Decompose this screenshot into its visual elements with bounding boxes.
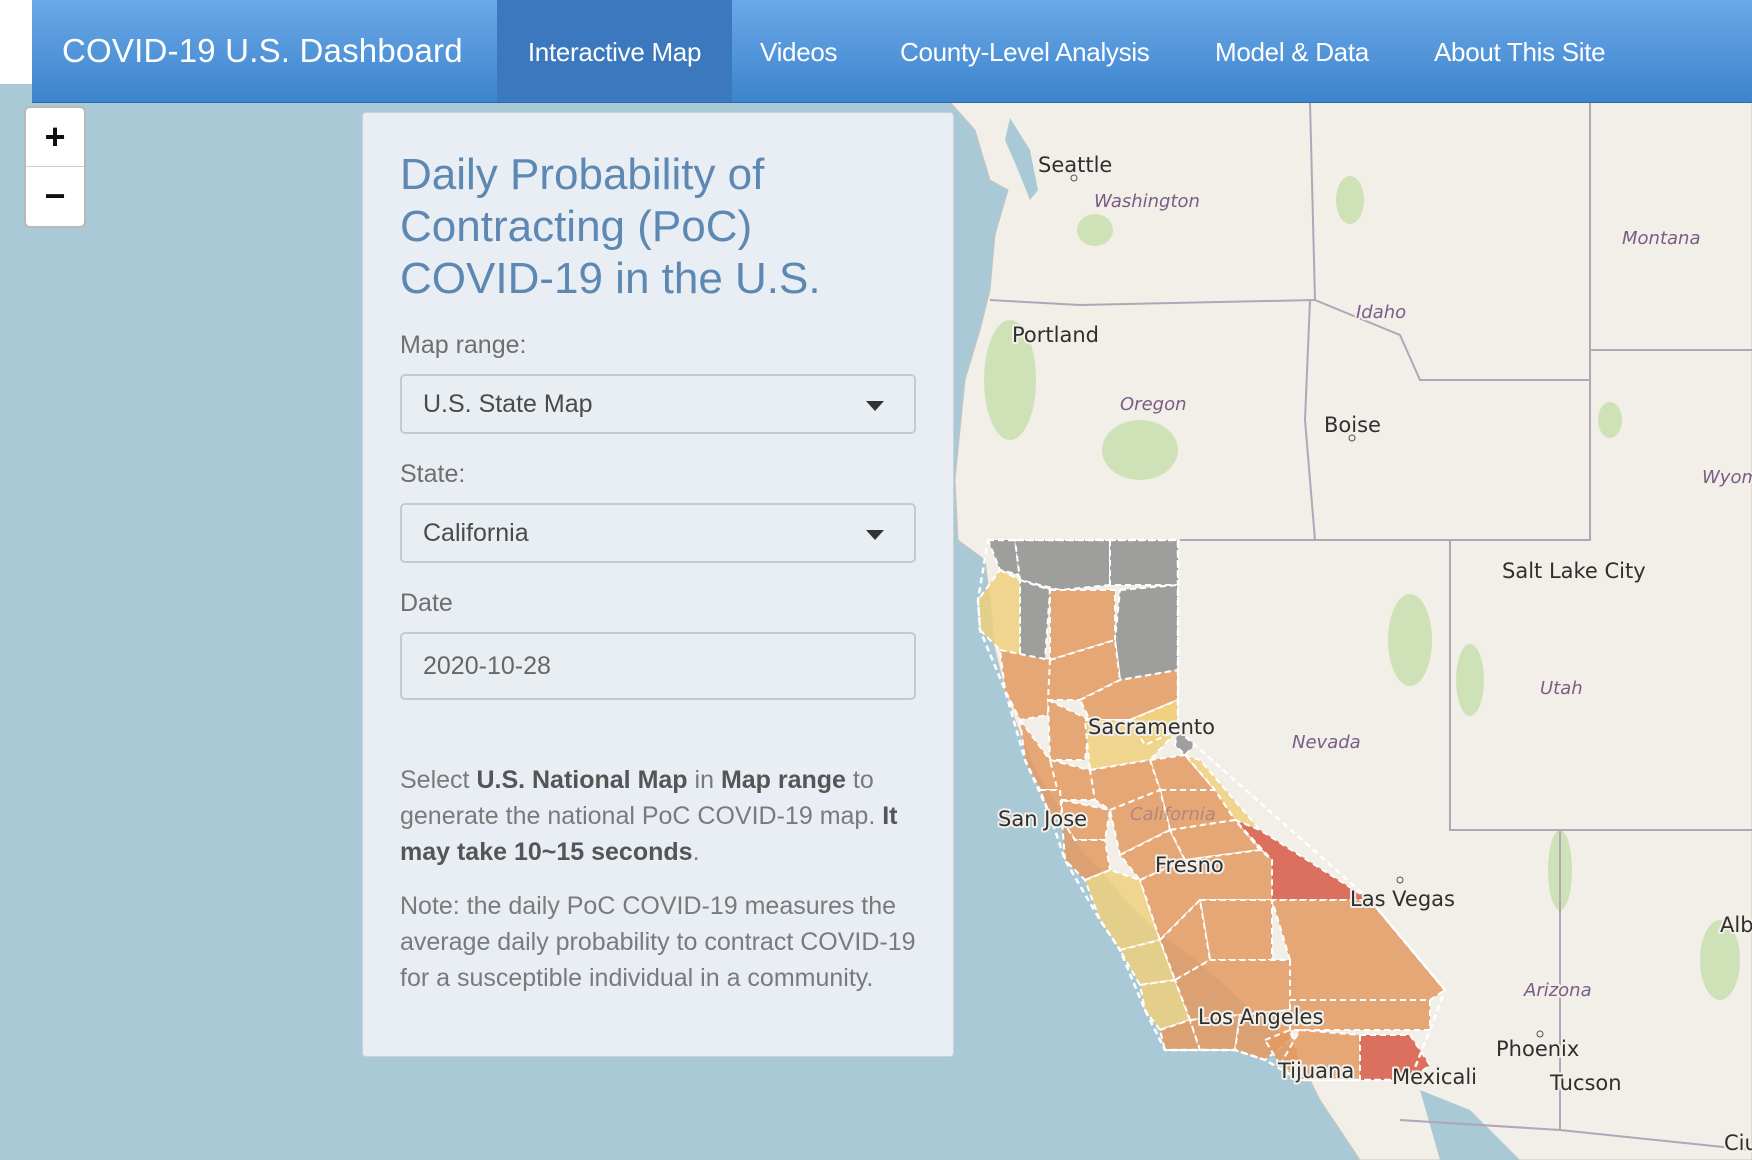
- nav-county-level-analysis[interactable]: County-Level Analysis: [900, 0, 1150, 102]
- state-label: Washington: [1094, 191, 1200, 212]
- city-label: San Jose: [998, 807, 1087, 831]
- control-panel: Daily Probability of Contracting (PoC) C…: [362, 112, 954, 1057]
- date-input[interactable]: 2020-10-28: [400, 632, 916, 700]
- state-label: Idaho: [1356, 302, 1406, 323]
- window-corner: [0, 0, 32, 84]
- county-trinity[interactable]: [1019, 578, 1052, 662]
- state-label: Montana: [1622, 228, 1700, 249]
- city-label: Seattle: [1038, 153, 1112, 177]
- brand-title[interactable]: COVID-19 U.S. Dashboard: [62, 0, 463, 102]
- map-range-value: U.S. State Map: [423, 390, 593, 418]
- nav-model-data[interactable]: Model & Data: [1215, 0, 1369, 102]
- city-label: Tucson: [1549, 1071, 1622, 1095]
- date-value: 2020-10-28: [423, 652, 551, 680]
- county-siskiyou[interactable]: [1013, 539, 1111, 592]
- state-label: California: [1130, 804, 1216, 825]
- zoom-out-button[interactable]: −: [26, 166, 84, 225]
- city-label: Alb: [1720, 913, 1752, 937]
- state-value: California: [423, 519, 529, 547]
- state-label: Utah: [1540, 678, 1583, 699]
- state-label: Wyom: [1702, 467, 1752, 488]
- panel-title: Daily Probability of Contracting (PoC) C…: [400, 150, 821, 303]
- city-label: Las Vegas: [1350, 887, 1455, 911]
- state-label: Nevada: [1292, 732, 1361, 753]
- nav-interactive-map[interactable]: Interactive Map: [497, 0, 732, 102]
- state-label: State:: [400, 460, 466, 488]
- state-label: Arizona: [1523, 980, 1592, 1001]
- county-tulare[interactable]: [1198, 899, 1273, 961]
- city-label: Tijuana: [1277, 1059, 1354, 1083]
- top-navbar: COVID-19 U.S. Dashboard Interactive Map …: [32, 0, 1752, 103]
- nav-videos[interactable]: Videos: [760, 0, 838, 102]
- city-label: Boise: [1324, 413, 1381, 437]
- city-label: Ciu: [1724, 1131, 1752, 1155]
- date-label: Date: [400, 589, 453, 617]
- city-label: Mexicali: [1392, 1065, 1477, 1089]
- county-lassen[interactable]: [1113, 583, 1179, 682]
- city-label: Salt Lake City: [1502, 559, 1646, 583]
- note-text: Note: the daily PoC COVID-19 measures th…: [400, 892, 916, 992]
- city-label: Sacramento: [1088, 715, 1215, 739]
- chevron-down-icon: [866, 530, 884, 540]
- zoom-in-button[interactable]: +: [26, 108, 84, 166]
- zoom-control: + −: [24, 106, 86, 228]
- county-modoc[interactable]: [1109, 539, 1179, 586]
- instructions-text: Select U.S. National Map in Map range to…: [400, 766, 898, 866]
- map-range-select[interactable]: U.S. State Map: [400, 374, 916, 434]
- city-label: Fresno: [1155, 853, 1224, 877]
- map-range-emphasis: Map range: [720, 766, 846, 794]
- city-label: Los Angeles: [1198, 1005, 1323, 1029]
- chevron-down-icon: [866, 401, 884, 411]
- city-label: Portland: [1012, 323, 1099, 347]
- national-map-emphasis: U.S. National Map: [476, 766, 688, 794]
- state-select[interactable]: California: [400, 503, 916, 563]
- state-label: Oregon: [1120, 394, 1187, 415]
- nav-about-this-site[interactable]: About This Site: [1434, 0, 1606, 102]
- map-range-label: Map range:: [400, 331, 527, 359]
- city-label: Phoenix: [1496, 1037, 1579, 1061]
